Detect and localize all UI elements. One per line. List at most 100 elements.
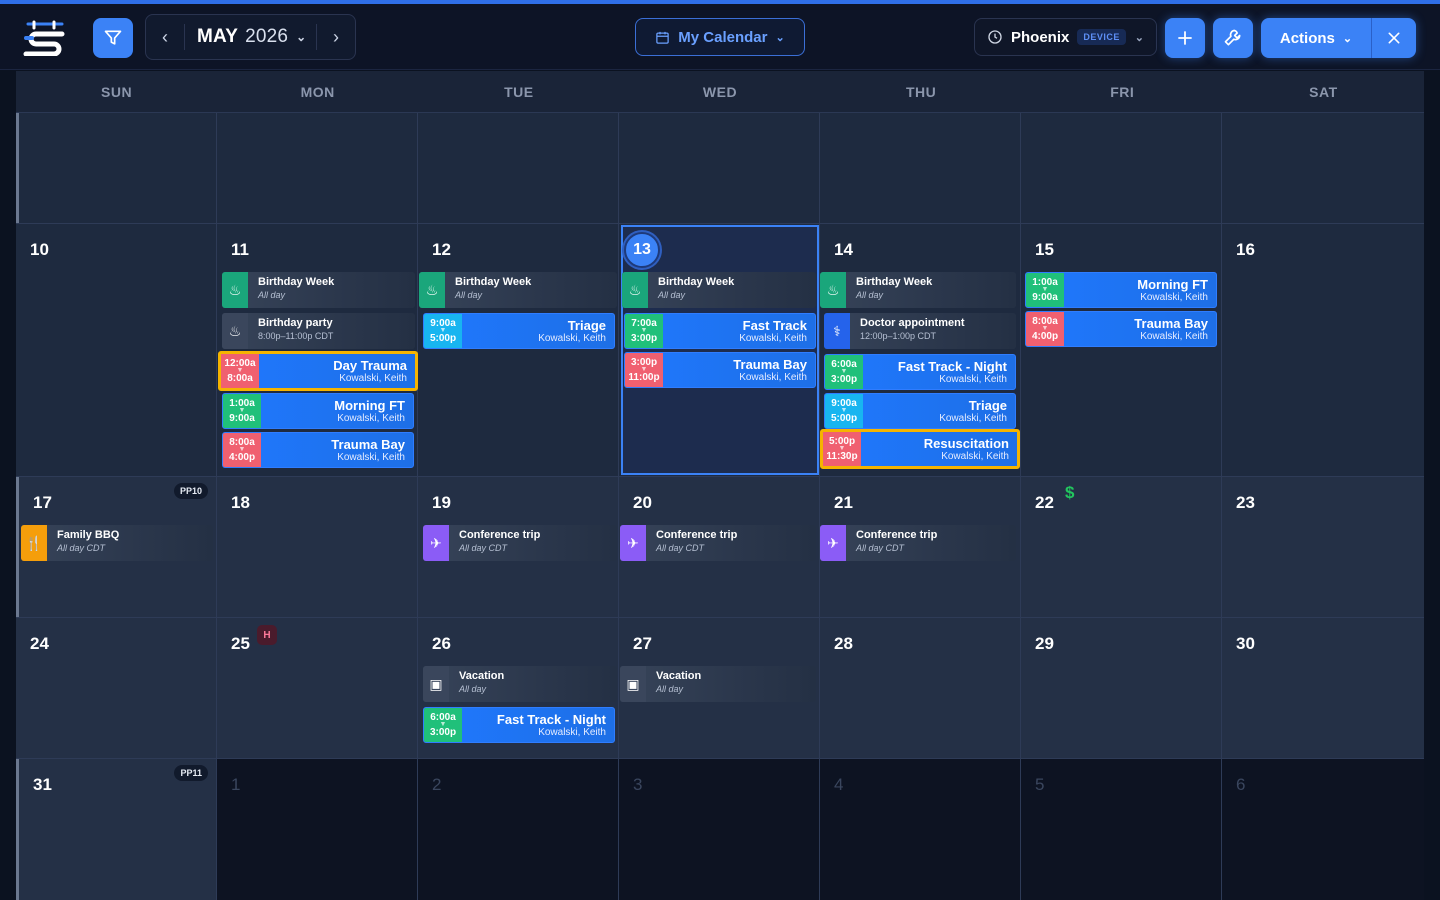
day-cell[interactable] xyxy=(619,113,820,223)
event-birthday-party[interactable]: ♨ Birthday party 8:00p–11:00p CDT xyxy=(222,313,415,349)
shift-morning-ft[interactable]: 1:00a ▼ 9:00a Morning FT Kowalski, Keith xyxy=(222,393,414,429)
shift-trauma-bay[interactable]: 3:00p ▼ 11:00p Trauma Bay Kowalski, Keith xyxy=(624,352,816,388)
close-icon xyxy=(1388,32,1400,44)
month-picker[interactable]: MAY 2026 ⌄ xyxy=(185,26,316,48)
event-title: Family BBQ xyxy=(57,529,120,541)
device-badge: DEVICE xyxy=(1077,29,1126,45)
event-birthday-week[interactable]: ♨ Birthday Week All day xyxy=(622,272,816,308)
add-event-button[interactable] xyxy=(1165,18,1205,58)
shift-assignee: Kowalski, Keith xyxy=(1140,292,1208,303)
day-cell[interactable] xyxy=(820,113,1021,223)
close-button[interactable] xyxy=(1372,30,1416,46)
shift-name: Morning FT xyxy=(1137,277,1208,292)
day-cell-next-month[interactable]: 6 xyxy=(1222,759,1424,900)
shift-fast-track-night[interactable]: 6:00a ▼ 3:00p Fast Track - Night Kowalski, K… xyxy=(824,354,1016,390)
pay-period-badge: PP10 xyxy=(173,483,208,499)
shift-assignee: Kowalski, Keith xyxy=(941,451,1009,462)
plus-icon xyxy=(1178,31,1192,45)
shift-assignee: Kowalski, Keith xyxy=(337,413,405,424)
event-conference-trip[interactable]: ✈ Conference trip All day CDT xyxy=(423,525,617,561)
day-cell-next-month[interactable]: 3 xyxy=(619,759,820,900)
shift-name: Fast Track xyxy=(742,318,807,333)
day-cell[interactable] xyxy=(217,113,418,223)
event-vacation[interactable]: ▣ Vacation All day xyxy=(620,666,816,702)
shift-morning-ft[interactable]: 1:00a ▼ 9:00a Morning FT Kowalski, Keith xyxy=(1025,272,1217,308)
shift-fast-track[interactable]: 7:00a ▼ 3:00p Fast Track Kowalski, Keith xyxy=(624,313,816,349)
day-number: 22 xyxy=(1035,493,1054,512)
actions-button[interactable]: Actions ⌄ xyxy=(1261,18,1372,58)
day-cell-next-month[interactable]: 4 xyxy=(820,759,1021,900)
weekday-label: WED xyxy=(702,83,738,100)
day-cell[interactable]: 12 xyxy=(418,224,619,476)
day-cell-today[interactable]: 13 xyxy=(619,224,820,476)
day-cell[interactable] xyxy=(418,113,619,223)
day-cell[interactable]: 22 $ xyxy=(1021,477,1222,617)
shift-resuscitation[interactable]: 5:00p ▼ 11:30p Resuscitation Kowalski, Keith xyxy=(820,429,1020,469)
day-cell[interactable]: 28 xyxy=(820,618,1021,758)
day-number: 6 xyxy=(1236,775,1246,794)
day-cell[interactable]: 16 xyxy=(1222,224,1424,476)
day-number: 15 xyxy=(1035,240,1054,259)
weekday-label: SUN xyxy=(101,83,133,100)
shift-fast-track-night[interactable]: 6:00a ▼ 3:00p Fast Track - Night Kowalski, K… xyxy=(423,707,615,743)
shift-assignee: Kowalski, Keith xyxy=(939,374,1007,385)
shift-assignee: Kowalski, Keith xyxy=(739,372,807,383)
month-label: MAY xyxy=(197,26,239,47)
shift-trauma-bay[interactable]: 8:00a ▼ 4:00p Trauma Bay Kowalski, Keith xyxy=(1025,311,1217,347)
event-vacation[interactable]: ▣ Vacation All day xyxy=(423,666,617,702)
day-cell[interactable]: 31 PP11 xyxy=(16,759,217,900)
day-cell[interactable]: 23 xyxy=(1222,477,1424,617)
day-number: 1 xyxy=(231,775,241,794)
event-conference-trip[interactable]: ✈ Conference trip All day CDT xyxy=(820,525,1016,561)
event-conference-trip[interactable]: ✈ Conference trip All day CDT xyxy=(620,525,816,561)
day-cell[interactable]: 10 xyxy=(16,224,217,476)
shift-time: 12:00a ▼ 8:00a xyxy=(221,354,259,388)
tools-button[interactable] xyxy=(1213,18,1253,58)
next-month-button[interactable]: › xyxy=(317,15,355,59)
event-birthday-week[interactable]: ♨ Birthday Week All day xyxy=(820,272,1016,308)
shift-trauma-bay[interactable]: 8:00a ▼ 4:00p Trauma Bay Kowalski, Keith xyxy=(222,432,414,468)
day-cell[interactable]: 15 xyxy=(1021,224,1222,476)
day-cell[interactable] xyxy=(1021,113,1222,223)
timezone-selector[interactable]: Phoenix DEVICE ⌄ xyxy=(974,18,1157,56)
prev-month-button[interactable]: ‹ xyxy=(146,15,184,59)
day-cell[interactable]: 30 xyxy=(1222,618,1424,758)
shift-name: Triage xyxy=(567,318,606,333)
utensils-icon: 🍴 xyxy=(21,525,47,561)
event-time: 8:00p–11:00p CDT xyxy=(258,331,334,341)
event-doctor-appointment[interactable]: ⚕ Doctor appointment 12:00p–1:00p CDT xyxy=(824,313,1016,349)
shift-day-trauma[interactable]: 12:00a ▼ 8:00a Day Trauma Kowalski, Keith xyxy=(218,351,418,391)
holiday-badge: H xyxy=(257,625,277,645)
shift-triage[interactable]: 9:00a ▼ 5:00p Triage Kowalski, Keith xyxy=(824,393,1016,429)
filter-button[interactable] xyxy=(93,18,133,58)
day-cell-next-month[interactable]: 1 xyxy=(217,759,418,900)
day-cell[interactable]: 25 H xyxy=(217,618,418,758)
day-cell[interactable]: 18 xyxy=(217,477,418,617)
event-title: Birthday Week xyxy=(658,276,735,288)
shift-assignee: Kowalski, Keith xyxy=(939,413,1007,424)
calendar-selector[interactable]: My Calendar ⌄ xyxy=(635,18,805,56)
event-birthday-week[interactable]: ♨ Birthday Week All day xyxy=(419,272,617,308)
event-family-bbq[interactable]: 🍴 Family BBQ All day CDT xyxy=(21,525,213,561)
day-cell[interactable] xyxy=(1222,113,1424,223)
day-number: 17 xyxy=(33,493,52,512)
app-logo-icon[interactable] xyxy=(22,20,68,57)
toolbar: ‹ MAY 2026 ⌄ › My Calendar ⌄ Phoenix DEVIC… xyxy=(0,4,1440,70)
month-navigator: ‹ MAY 2026 ⌄ › xyxy=(145,14,356,60)
shift-triage[interactable]: 9:00a ▼ 5:00p Triage Kowalski, Keith xyxy=(423,313,615,349)
event-title: Vacation xyxy=(656,670,702,682)
day-cell-next-month[interactable]: 5 xyxy=(1021,759,1222,900)
day-cell[interactable]: 24 xyxy=(16,618,217,758)
shift-name: Triage xyxy=(968,398,1007,413)
event-title: Conference trip xyxy=(856,529,938,541)
event-time: All day xyxy=(459,684,487,694)
event-time: All day xyxy=(258,290,286,300)
day-number: 3 xyxy=(633,775,643,794)
day-number: 23 xyxy=(1236,493,1255,512)
day-cell-next-month[interactable]: 2 xyxy=(418,759,619,900)
event-birthday-week[interactable]: ♨ Birthday Week All day xyxy=(222,272,415,308)
airplane-icon: ✈ xyxy=(423,525,449,561)
day-cell[interactable]: 29 xyxy=(1021,618,1222,758)
event-time: All day CDT xyxy=(57,543,106,553)
day-cell[interactable] xyxy=(16,113,217,223)
